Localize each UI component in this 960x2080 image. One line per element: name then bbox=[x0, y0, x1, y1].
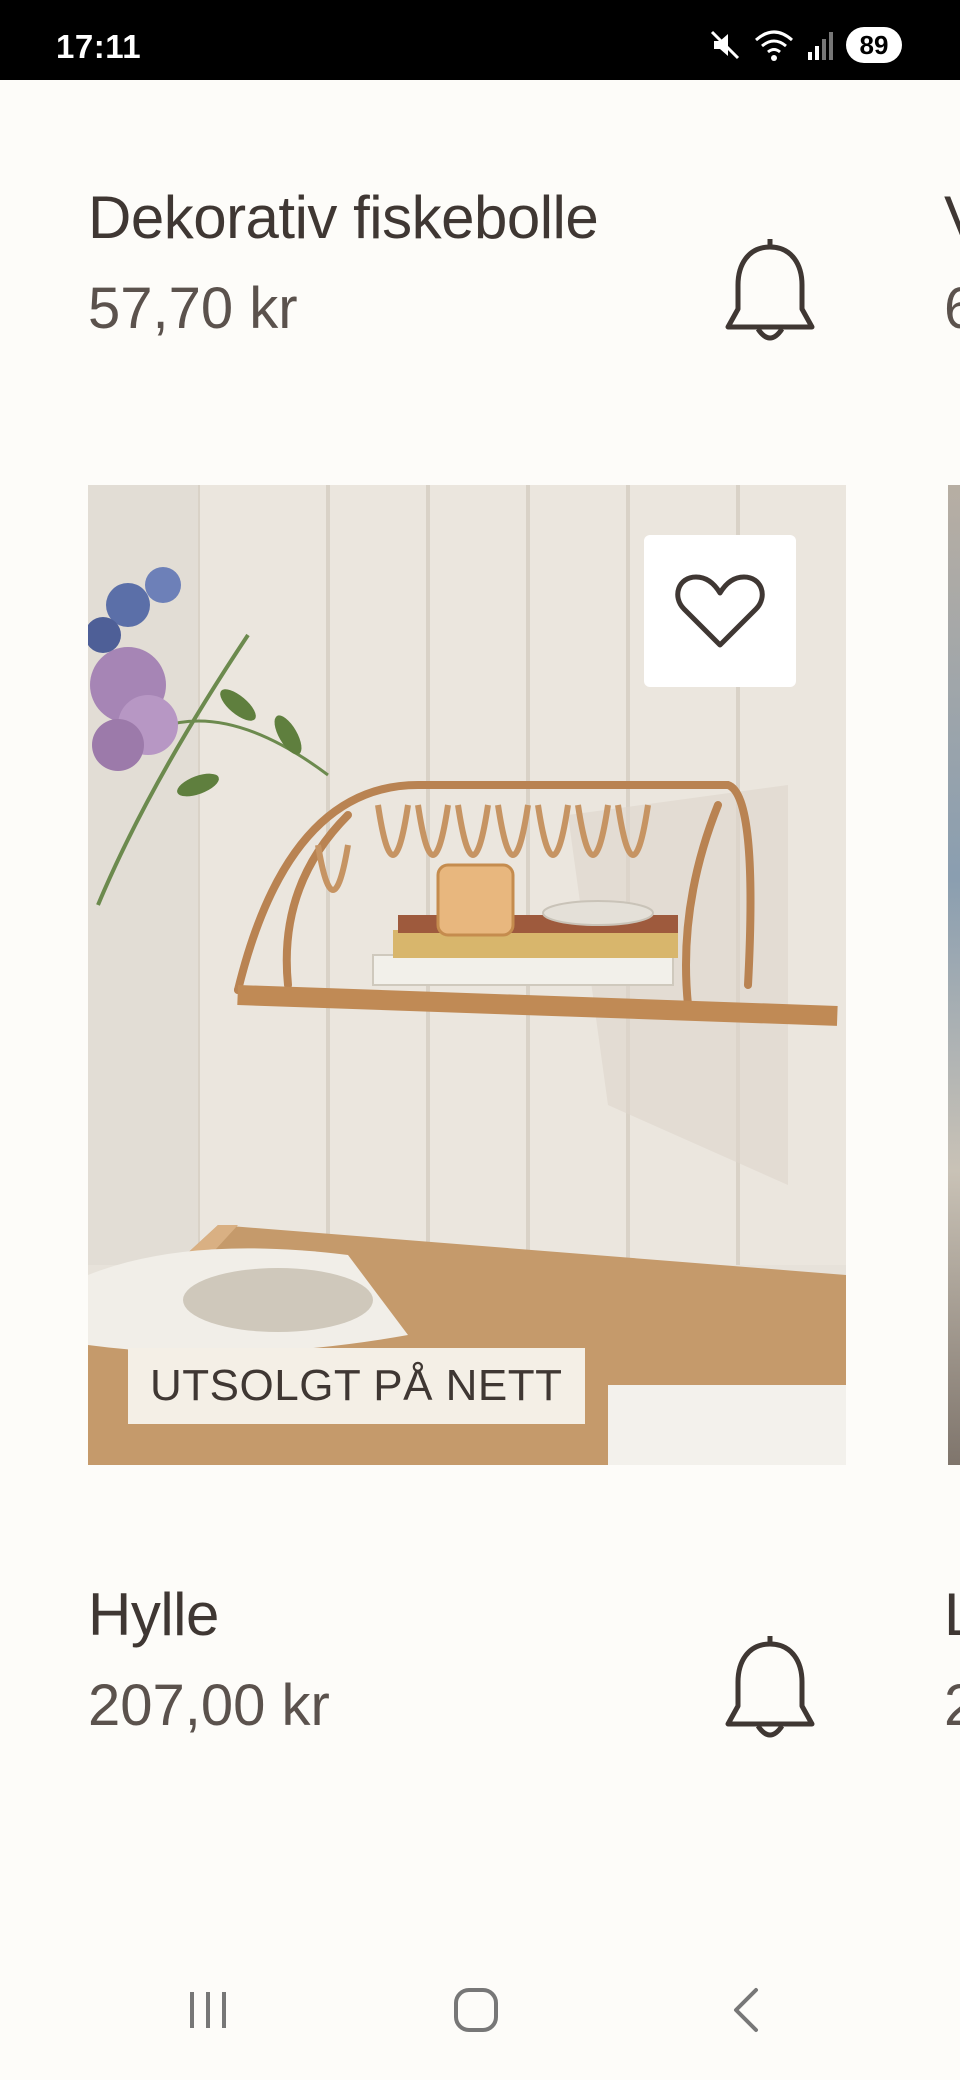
status-bar: 17:11 89 bbox=[0, 0, 960, 80]
recent-apps-button[interactable] bbox=[168, 1980, 248, 2040]
heart-icon bbox=[675, 574, 765, 648]
next-product-price: 6 bbox=[944, 275, 960, 342]
navigation-bar bbox=[0, 1940, 960, 2080]
signal-icon bbox=[808, 32, 833, 60]
battery-icon: 89 bbox=[846, 27, 902, 63]
favorite-button[interactable] bbox=[644, 535, 796, 687]
next-product-title[interactable]: V bbox=[944, 183, 960, 252]
product-title[interactable]: Dekorativ fiskebolle bbox=[88, 183, 599, 252]
home-icon bbox=[454, 1988, 498, 2032]
bell-icon[interactable] bbox=[718, 235, 822, 355]
next-product-image[interactable] bbox=[948, 485, 960, 1465]
back-icon bbox=[734, 1988, 758, 2032]
product-list[interactable]: Dekorativ fiskebolle 57,70 kr V 6 bbox=[0, 80, 960, 1940]
mute-icon bbox=[710, 30, 740, 60]
product-image[interactable]: UTSOLGT PÅ NETT bbox=[88, 485, 846, 1465]
wifi-icon bbox=[755, 30, 793, 61]
status-icons: 89 bbox=[708, 25, 902, 65]
product-price: 207,00 kr bbox=[88, 1673, 330, 1738]
home-button[interactable] bbox=[436, 1980, 516, 2040]
status-time: 17:11 bbox=[56, 28, 142, 65]
sold-out-badge: UTSOLGT PÅ NETT bbox=[128, 1348, 585, 1424]
next-product-title[interactable]: L bbox=[944, 1580, 960, 1649]
back-button[interactable] bbox=[706, 1980, 786, 2040]
product-price: 57,70 kr bbox=[88, 276, 298, 341]
recent-apps-icon bbox=[190, 1992, 226, 2028]
next-product-price: 2 bbox=[944, 1672, 960, 1739]
bell-icon[interactable] bbox=[718, 1632, 822, 1752]
product-title[interactable]: Hylle bbox=[88, 1580, 219, 1649]
